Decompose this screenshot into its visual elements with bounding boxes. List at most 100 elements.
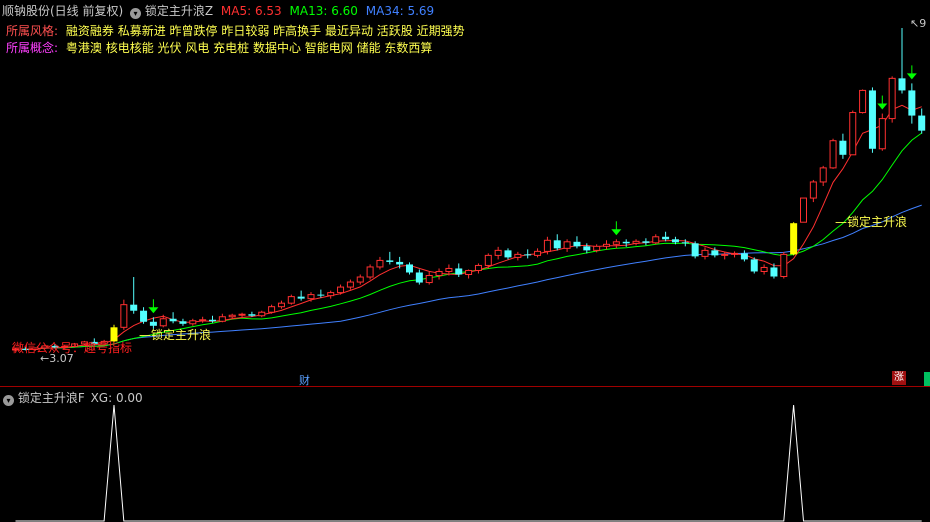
candle-body	[406, 264, 413, 273]
candle-body	[484, 254, 492, 266]
candle-body	[474, 264, 482, 271]
candle-body	[898, 78, 906, 91]
candle-body	[878, 118, 886, 150]
candle-body	[760, 266, 768, 272]
candle-body	[297, 296, 305, 299]
sub-indicator-panel[interactable]: ▾ 锁定主升浪F XG: 0.00	[0, 387, 930, 522]
sub-indicator-name[interactable]: 锁定主升浪F	[18, 391, 85, 405]
candle-body	[317, 294, 325, 296]
header-row: 顺钠股份(日线 前复权) ▾ 锁定主升浪Z MA5: 6.53 MA13: 6.…	[2, 2, 434, 19]
ma34-readout: MA34: 5.69	[365, 4, 435, 18]
candle-body	[179, 321, 187, 324]
candle-body	[849, 112, 857, 156]
style-row: 所属风格: 融资融券 私募新进 昨曾跌停 昨日较弱 昨高换手 最近异动 活跃股 …	[6, 22, 469, 39]
candle-body	[120, 304, 128, 328]
candle-body	[366, 266, 374, 278]
candle-body	[583, 246, 591, 251]
candle-body	[504, 250, 512, 258]
candle-body	[199, 319, 207, 322]
candle-body	[356, 276, 364, 283]
limit-up-marker[interactable]: 涨	[892, 371, 906, 385]
candle-body	[218, 316, 226, 322]
sub-header-row: ▾ 锁定主升浪F XG: 0.00	[3, 389, 143, 406]
candle-body	[396, 261, 404, 265]
ma13-readout: MA13: 6.60	[289, 4, 358, 18]
style-values: 融资融券 私募新进 昨曾跌停 昨日较弱 昨高换手 最近异动 活跃股 近期强势	[65, 24, 465, 38]
candle-body	[740, 253, 748, 260]
candle-body	[524, 254, 532, 256]
candle-body	[307, 294, 315, 300]
candle-body	[829, 140, 837, 169]
indicator-name[interactable]: 锁定主升浪Z	[145, 4, 213, 18]
candle-body	[691, 243, 699, 257]
candle-body	[839, 140, 847, 155]
edge-marker	[924, 372, 930, 386]
peak-arrow-head	[877, 103, 888, 110]
xg-readout: XG: 0.00	[90, 391, 143, 405]
candle-body	[652, 236, 660, 244]
candle-body	[346, 281, 354, 288]
xg-signal-line	[15, 404, 922, 522]
candle-body	[130, 304, 138, 311]
candle-body	[435, 270, 443, 277]
candle-body	[671, 239, 679, 243]
candle-body	[819, 167, 827, 183]
candle-body	[445, 267, 453, 272]
candle-body	[701, 249, 709, 257]
candle-body	[780, 253, 788, 278]
main-chart-panel[interactable]: 顺钠股份(日线 前复权) ▾ 锁定主升浪Z MA5: 6.53 MA13: 6.…	[0, 0, 930, 387]
candle-body	[553, 240, 561, 249]
candle-body	[543, 239, 551, 252]
candle-body	[908, 90, 916, 116]
candle-body	[790, 223, 798, 255]
candle-body	[455, 268, 463, 275]
stock-title[interactable]: 顺钠股份(日线 前复权)	[2, 4, 123, 18]
candle-body	[209, 319, 216, 322]
candle-body	[228, 314, 236, 318]
candle-body	[337, 286, 345, 294]
indicator-dropdown-icon[interactable]: ▾	[130, 8, 142, 19]
concept-label: 所属概念:	[6, 41, 59, 55]
style-label: 所属风格:	[6, 24, 59, 38]
candle-body	[750, 259, 758, 272]
candle-body	[169, 318, 177, 322]
candle-body	[268, 306, 276, 313]
candle-body	[287, 296, 295, 304]
candle-body	[603, 243, 610, 247]
candle-body	[632, 240, 640, 244]
candle-body	[248, 314, 256, 316]
candle-body	[277, 302, 285, 308]
candle-body	[494, 249, 502, 256]
candle-body	[721, 253, 729, 256]
candle-body	[622, 241, 630, 244]
candle-body	[918, 115, 926, 131]
candle-body	[612, 241, 620, 245]
high-price-label: ↖9	[910, 17, 927, 30]
candle-body	[327, 292, 335, 297]
candle-body	[711, 250, 719, 256]
peak-arrow-head	[906, 73, 917, 80]
candle-body	[593, 245, 601, 251]
candle-body	[573, 241, 581, 247]
xg-signal-chart	[15, 404, 922, 522]
candle-body	[415, 272, 423, 283]
concept-row: 所属概念: 粤港澳 核电核能 光伏 风电 充电桩 数据中心 智能电网 储能 东数…	[6, 39, 436, 56]
candle-body	[888, 77, 896, 120]
candle-body	[859, 89, 867, 114]
peak-arrow-head	[148, 307, 159, 314]
candle-body	[514, 253, 522, 258]
candle-body	[868, 90, 876, 149]
sub-dropdown-icon[interactable]: ▾	[3, 395, 14, 406]
candle-body	[425, 275, 433, 284]
candle-body	[800, 197, 807, 223]
candle-body	[642, 241, 650, 243]
signal-label-2: —锁定主升浪	[835, 215, 908, 229]
ma13-line	[15, 132, 922, 350]
candle-body	[238, 313, 246, 316]
candle-body	[731, 252, 739, 255]
peak-arrow-head	[611, 229, 622, 236]
candle-body	[770, 267, 778, 277]
low-price-label: ←3.07	[40, 352, 74, 365]
candle-body	[258, 311, 266, 317]
candle-body	[376, 259, 384, 268]
